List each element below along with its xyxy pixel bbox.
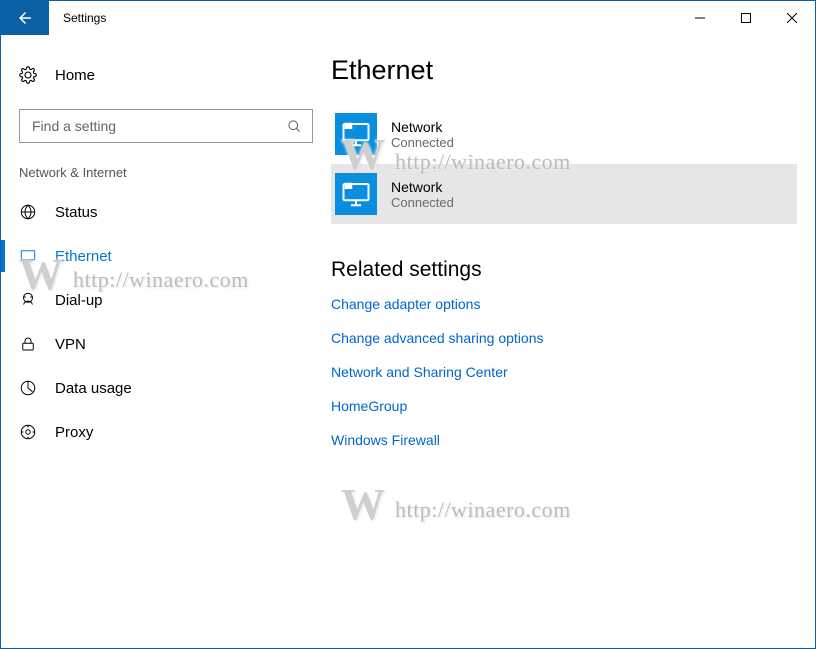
ethernet-icon (19, 247, 37, 265)
content-pane: Ethernet Network Connected Network Conne… (331, 35, 815, 648)
monitor-ethernet-icon (341, 119, 371, 149)
sidebar-item-label: VPN (55, 336, 86, 353)
titlebar: Settings (1, 1, 815, 35)
proxy-icon (19, 423, 37, 441)
link-change-adapter-options[interactable]: Change adapter options (331, 296, 797, 312)
sidebar-item-label: Data usage (55, 380, 132, 397)
sidebar-item-label: Proxy (55, 424, 93, 441)
sidebar-item-proxy[interactable]: Proxy (1, 410, 331, 454)
adapter-status: Connected (391, 135, 454, 150)
link-network-sharing-center[interactable]: Network and Sharing Center (331, 364, 797, 380)
sidebar: Home Network & Internet Status Ethernet … (1, 35, 331, 648)
close-icon (787, 13, 797, 23)
sidebar-item-label: Ethernet (55, 248, 112, 265)
category-label: Network & Internet (1, 165, 331, 180)
globe-icon (19, 203, 37, 221)
gear-icon (19, 66, 37, 84)
adapter-row-1[interactable]: Network Connected (331, 164, 797, 224)
sidebar-item-dialup[interactable]: Dial-up (1, 278, 331, 322)
close-button[interactable] (769, 1, 815, 35)
home-button[interactable]: Home (1, 53, 331, 97)
home-label: Home (55, 67, 95, 84)
maximize-button[interactable] (723, 1, 769, 35)
search-input[interactable] (30, 117, 302, 135)
adapter-row-0[interactable]: Network Connected (331, 104, 797, 164)
adapter-status: Connected (391, 195, 454, 210)
related-settings-title: Related settings (331, 258, 797, 282)
search-box[interactable] (19, 109, 313, 143)
sidebar-item-ethernet[interactable]: Ethernet (1, 234, 331, 278)
adapter-name: Network (391, 119, 454, 135)
monitor-ethernet-icon (341, 179, 371, 209)
adapter-name: Network (391, 179, 454, 195)
settings-window: Settings Home (0, 0, 816, 649)
back-arrow-icon (16, 9, 34, 27)
sidebar-item-status[interactable]: Status (1, 190, 331, 234)
link-change-advanced-sharing[interactable]: Change advanced sharing options (331, 330, 797, 346)
sidebar-item-label: Dial-up (55, 292, 103, 309)
data-usage-icon (19, 379, 37, 397)
adapter-icon (335, 173, 377, 215)
maximize-icon (741, 13, 751, 23)
vpn-icon (19, 335, 37, 353)
page-title: Ethernet (331, 55, 797, 86)
sidebar-item-vpn[interactable]: VPN (1, 322, 331, 366)
window-title: Settings (49, 1, 106, 35)
sidebar-item-label: Status (55, 204, 98, 221)
window-controls (677, 1, 815, 35)
sidebar-item-datausage[interactable]: Data usage (1, 366, 331, 410)
minimize-icon (695, 13, 705, 23)
adapter-icon (335, 113, 377, 155)
dialup-icon (19, 291, 37, 309)
link-homegroup[interactable]: HomeGroup (331, 398, 797, 414)
search-icon (287, 119, 302, 134)
link-windows-firewall[interactable]: Windows Firewall (331, 432, 797, 448)
minimize-button[interactable] (677, 1, 723, 35)
back-button[interactable] (1, 1, 49, 35)
